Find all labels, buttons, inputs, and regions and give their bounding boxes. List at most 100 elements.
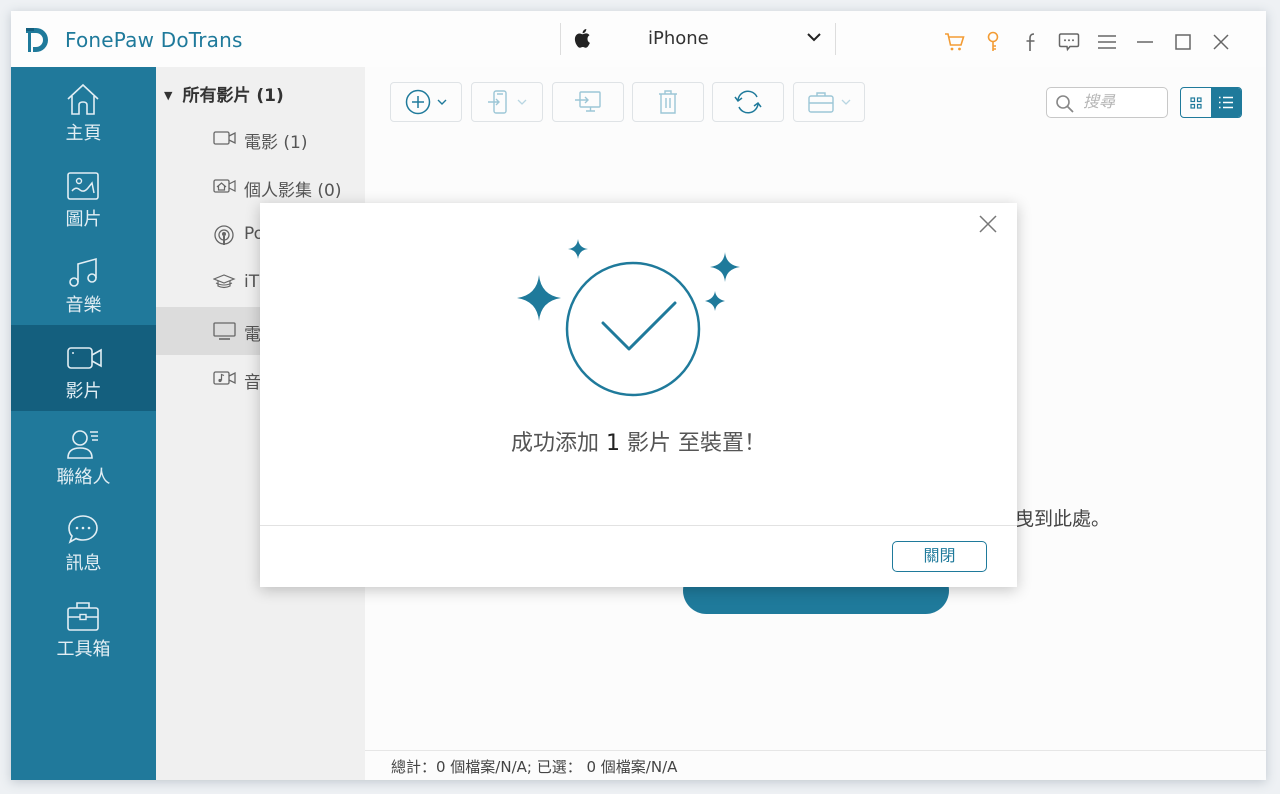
fonepaw-logo-icon xyxy=(26,28,48,52)
home-video-icon xyxy=(213,179,236,193)
success-dialog: 成功添加 1 影片 至裝置！ 關閉 xyxy=(260,203,1017,587)
category-item-label: 電 xyxy=(244,325,261,345)
sparkle-icon xyxy=(568,239,588,259)
dialog-close-button[interactable] xyxy=(977,213,999,235)
sparkle-icon xyxy=(705,291,725,311)
itunes-u-icon xyxy=(213,274,236,289)
sidebar-item-music[interactable]: 音樂 xyxy=(11,239,156,325)
category-item-label: iT xyxy=(244,272,260,292)
minimize-icon xyxy=(1137,41,1153,43)
chevron-down-icon xyxy=(841,99,851,105)
export-to-device-button[interactable] xyxy=(471,82,543,122)
home-icon xyxy=(67,83,99,115)
category-item-movies[interactable]: 電影 (1) xyxy=(156,115,365,163)
sidebar-item-home[interactable]: 主頁 xyxy=(11,67,156,153)
checkmark-icon xyxy=(601,301,677,351)
facebook-button[interactable] xyxy=(1012,29,1050,55)
maximize-button[interactable] xyxy=(1164,29,1202,55)
movie-icon xyxy=(213,131,236,145)
tv-icon xyxy=(213,322,236,340)
delete-button[interactable] xyxy=(632,82,704,122)
view-toggle xyxy=(1180,87,1242,118)
add-button[interactable] xyxy=(390,82,462,122)
briefcase-icon xyxy=(808,92,834,113)
facebook-icon xyxy=(1026,33,1035,51)
category-header-label: 所有影片 (1) xyxy=(182,86,284,106)
close-icon xyxy=(979,215,997,233)
message-count: 1 xyxy=(606,431,620,456)
search-icon xyxy=(1056,95,1074,113)
search-input[interactable] xyxy=(1083,92,1163,114)
sidebar-item-label: 聯絡人 xyxy=(56,467,111,488)
menu-icon xyxy=(1098,35,1116,49)
cart-button[interactable] xyxy=(936,29,974,55)
plus-circle-icon xyxy=(405,89,431,115)
register-button[interactable] xyxy=(974,29,1012,55)
export-device-icon xyxy=(488,90,507,114)
list-icon xyxy=(1219,96,1233,109)
device-name: iPhone xyxy=(648,28,709,49)
music-icon xyxy=(69,257,97,287)
apple-icon xyxy=(574,29,590,48)
music-video-icon xyxy=(213,371,236,385)
video-icon xyxy=(67,347,102,369)
minimize-button[interactable] xyxy=(1126,29,1164,55)
message-icon xyxy=(68,515,98,544)
category-header[interactable]: ▼ 所有影片 (1) xyxy=(164,81,284,106)
search-box[interactable] xyxy=(1046,87,1168,118)
chevron-down-icon xyxy=(437,99,447,105)
export-pc-icon xyxy=(575,91,601,112)
sparkle-icon xyxy=(517,275,561,321)
sidebar-item-photos[interactable]: 圖片 xyxy=(11,153,156,239)
category-item-label: 音 xyxy=(244,373,261,393)
close-icon xyxy=(1213,34,1229,50)
collapse-triangle-icon: ▼ xyxy=(164,89,173,102)
photo-icon xyxy=(67,172,99,200)
check-circle-icon xyxy=(565,261,701,397)
message-suffix: 影片 至裝置！ xyxy=(627,431,766,456)
close-dialog-button[interactable]: 關閉 xyxy=(892,541,987,572)
feedback-button[interactable] xyxy=(1050,29,1088,55)
sparkle-icon xyxy=(710,252,740,282)
contacts-icon xyxy=(67,430,98,459)
success-check-illustration xyxy=(517,239,740,397)
drop-hint-text: 曳到此處。 xyxy=(1015,508,1111,530)
toolbox-icon xyxy=(67,602,99,631)
sidebar: 主頁 圖片 音樂 影片 聯絡人 訊息 工具箱 xyxy=(11,67,156,780)
app-window: FonePaw DoTrans iPhone 主頁 圖片 音樂 影片 聯絡人 訊… xyxy=(11,11,1266,780)
sync-button[interactable] xyxy=(712,82,784,122)
sidebar-item-label: 工具箱 xyxy=(56,639,111,660)
sidebar-item-messages[interactable]: 訊息 xyxy=(11,497,156,583)
menu-button[interactable] xyxy=(1088,29,1126,55)
cart-icon xyxy=(945,33,965,51)
list-view-button[interactable] xyxy=(1211,88,1241,117)
feedback-icon xyxy=(1058,33,1080,52)
sidebar-item-label: 圖片 xyxy=(65,209,102,230)
toolbox-button[interactable] xyxy=(793,82,865,122)
sidebar-item-label: 主頁 xyxy=(65,123,102,144)
message-prefix: 成功添加 xyxy=(510,431,599,456)
export-to-pc-button[interactable] xyxy=(552,82,624,122)
key-icon xyxy=(987,31,999,51)
chevron-down-icon xyxy=(517,99,527,105)
status-text: 總計：0 個檔案/N/A; 已選： 0 個檔案/N/A xyxy=(391,758,678,776)
sidebar-item-videos[interactable]: 影片 xyxy=(11,325,156,411)
dialog-divider xyxy=(260,525,1017,526)
device-selector[interactable]: iPhone xyxy=(560,23,836,55)
title-bar: FonePaw DoTrans iPhone xyxy=(11,11,1266,67)
chevron-down-icon xyxy=(807,33,821,42)
maximize-icon xyxy=(1175,34,1191,50)
grid-view-button[interactable] xyxy=(1181,88,1211,117)
category-item-label: 電影 (1) xyxy=(244,133,308,153)
grid-icon xyxy=(1190,96,1202,109)
close-window-button[interactable] xyxy=(1202,29,1240,55)
success-message: 成功添加 1 影片 至裝置！ xyxy=(260,425,1017,457)
sidebar-item-contacts[interactable]: 聯絡人 xyxy=(11,411,156,497)
sidebar-item-label: 訊息 xyxy=(65,553,102,574)
sidebar-item-label: 影片 xyxy=(65,381,102,402)
app-title: FonePaw DoTrans xyxy=(65,28,243,52)
status-bar: 總計：0 個檔案/N/A; 已選： 0 個檔案/N/A xyxy=(365,750,1266,780)
category-item-label: 個人影集 (0) xyxy=(244,181,342,201)
sidebar-item-label: 音樂 xyxy=(65,295,102,316)
sidebar-item-toolbox[interactable]: 工具箱 xyxy=(11,583,156,669)
